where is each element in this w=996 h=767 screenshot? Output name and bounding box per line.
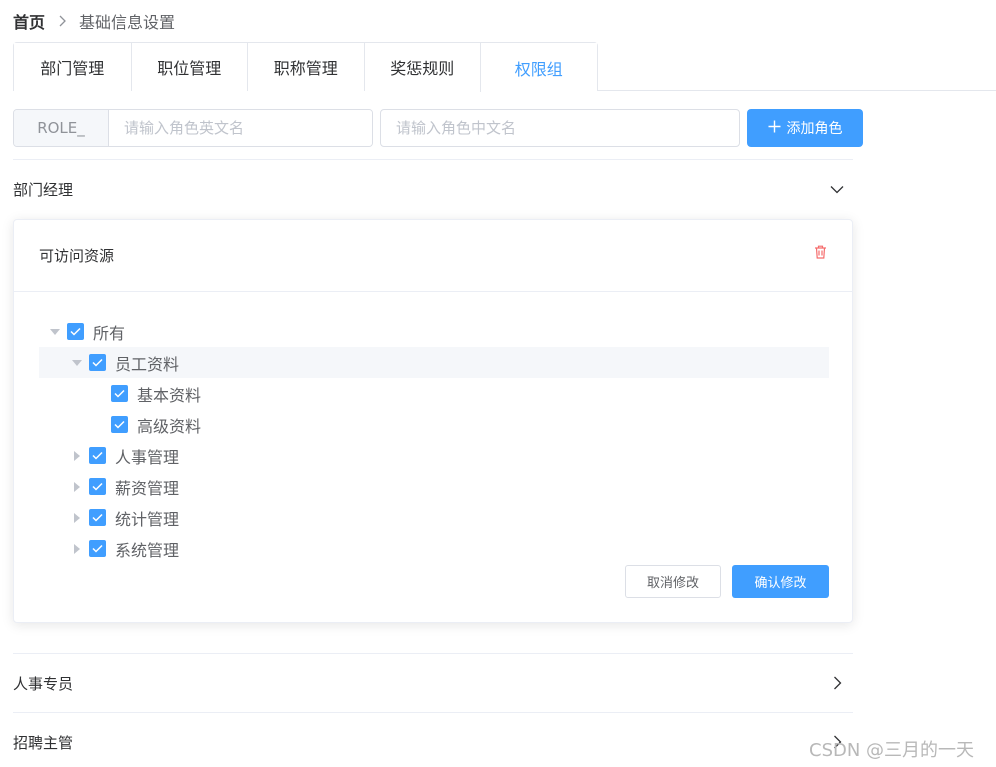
tree-node[interactable]: 基本资料 [39, 378, 829, 409]
tree-node-label: 所有 [93, 323, 126, 343]
role-name: 招聘主管 [13, 733, 74, 752]
tree-node[interactable]: 高级资料 [39, 409, 829, 440]
caret-right-icon[interactable] [69, 448, 85, 464]
tree-node[interactable]: 员工资料 [39, 347, 829, 378]
role-en-input[interactable] [109, 110, 372, 146]
confirm-button[interactable]: 确认修改 [732, 565, 829, 598]
tree-node[interactable]: 所有 [39, 316, 829, 347]
tree-node-label: 员工资料 [115, 354, 180, 374]
role-name: 部门经理 [13, 180, 74, 199]
checkbox[interactable] [89, 354, 106, 371]
role-cn-input[interactable] [380, 109, 740, 147]
tab-position[interactable]: 职位管理 [130, 43, 247, 91]
caret-right-icon[interactable] [69, 479, 85, 495]
add-role-label: 添加角色 [786, 121, 843, 137]
permission-tree: 所有 员工资料 基本资料 高级资料 人事管理 薪资管理 统计管理 系统管理 [39, 316, 829, 564]
chevron-right-icon [57, 15, 67, 27]
add-role-button[interactable]: 添加角色 [747, 109, 863, 147]
card-title: 可访问资源 [39, 247, 115, 265]
chevron-right-icon [829, 675, 845, 691]
collapse-header-role-2[interactable]: 人事专员 [13, 659, 853, 707]
divider [13, 653, 853, 654]
tree-node-label: 统计管理 [115, 509, 180, 529]
tree-node[interactable]: 统计管理 [39, 502, 829, 533]
tree-node-label: 人事管理 [115, 447, 180, 467]
tabs-bar: 部门管理 职位管理 职称管理 奖惩规则 权限组 [13, 42, 996, 92]
checkbox[interactable] [89, 478, 106, 495]
tree-node[interactable]: 薪资管理 [39, 471, 829, 502]
watermark: CSDN @三月的一天 [809, 740, 975, 761]
checkbox[interactable] [111, 385, 128, 402]
tab-department[interactable]: 部门管理 [14, 43, 131, 91]
checkbox[interactable] [89, 540, 106, 557]
breadcrumb: 首页 基础信息设置 [13, 9, 175, 33]
breadcrumb-current: 基础信息设置 [79, 13, 176, 32]
tree-node-label: 系统管理 [115, 540, 180, 560]
tab-rewards[interactable]: 奖惩规则 [363, 43, 480, 91]
checkbox[interactable] [89, 509, 106, 526]
collapse-header-role-3[interactable]: 招聘主管 [13, 718, 853, 766]
chevron-down-icon [829, 181, 845, 197]
checkbox[interactable] [89, 447, 106, 464]
plus-icon [768, 120, 781, 137]
tree-node-label: 高级资料 [137, 416, 202, 436]
resource-card: 可访问资源 所有 员工资料 基本资料 高级资料 人事管理 薪资管理 统计管理 系… [13, 219, 853, 623]
breadcrumb-home[interactable]: 首页 [13, 9, 45, 33]
divider [13, 159, 853, 160]
divider [13, 712, 853, 713]
tab-permission-group[interactable]: 权限组 [480, 43, 597, 92]
role-prefix: ROLE_ [14, 110, 109, 146]
role-en-input-group: ROLE_ [13, 109, 373, 147]
trash-icon [814, 245, 827, 263]
caret-down-icon[interactable] [69, 355, 85, 371]
tree-node-label: 基本资料 [137, 385, 202, 405]
collapse-header-role-1[interactable]: 部门经理 [13, 165, 853, 213]
caret-right-icon[interactable] [69, 510, 85, 526]
caret-down-icon[interactable] [47, 324, 63, 340]
tab-title[interactable]: 职称管理 [247, 43, 364, 91]
delete-role-button[interactable] [812, 245, 828, 263]
tab-list: 部门管理 职位管理 职称管理 奖惩规则 权限组 [13, 42, 598, 92]
checkbox[interactable] [67, 323, 84, 340]
checkbox[interactable] [111, 416, 128, 433]
caret-right-icon[interactable] [69, 541, 85, 557]
role-name: 人事专员 [13, 674, 74, 693]
cancel-button[interactable]: 取消修改 [625, 565, 721, 598]
tree-node-label: 薪资管理 [115, 478, 180, 498]
tree-node[interactable]: 系统管理 [39, 533, 829, 564]
card-header: 可访问资源 [14, 220, 852, 292]
tree-node[interactable]: 人事管理 [39, 440, 829, 471]
